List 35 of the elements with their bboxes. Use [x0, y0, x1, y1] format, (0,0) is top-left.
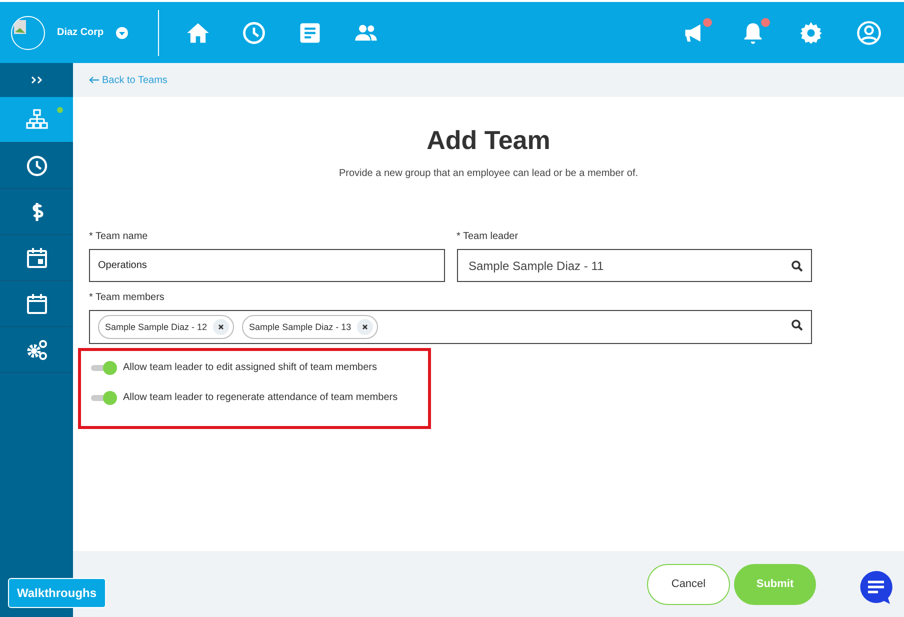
member-chip[interactable]: Sample Sample Diaz - 12 [98, 315, 234, 339]
field-label: * Team name [89, 231, 149, 242]
notification-dot [703, 18, 712, 26]
field-label: * Team leader [456, 231, 520, 242]
remove-button[interactable] [357, 319, 374, 335]
toggle-label: Allow team leader to edit assigned shift of team members [123, 362, 378, 373]
cancel-button[interactable]: Cancel [647, 564, 730, 604]
arrow-left-icon[interactable] [89, 76, 99, 84]
page-title: Add Team [426, 125, 552, 156]
user-icon[interactable] [856, 20, 882, 46]
calendar-icon[interactable] [24, 246, 48, 270]
close-icon [218, 324, 224, 330]
dropdown-icon[interactable] [116, 26, 128, 38]
calendar-icon[interactable] [24, 292, 48, 316]
field-label: * Team members [89, 292, 166, 303]
team-name-field[interactable]: Operations [89, 249, 444, 282]
status-dot [57, 107, 63, 113]
search-icon[interactable] [791, 319, 803, 331]
member-chip[interactable]: Sample Sample Diaz - 13 [242, 315, 378, 339]
remove-button[interactable] [213, 319, 230, 335]
chevrons-right-icon [30, 75, 44, 85]
sidebar-item[interactable] [0, 97, 73, 143]
close-icon [362, 324, 368, 330]
chat-icon[interactable] [858, 569, 894, 605]
clock-icon[interactable] [240, 20, 267, 46]
team-members-field[interactable]: Sample Sample Diaz - 12 Sample Sample Diaz - 13 [89, 310, 812, 344]
notification-dot [761, 18, 770, 26]
logo-icon [11, 16, 45, 50]
search-icon[interactable] [791, 260, 803, 272]
settings-icon[interactable] [798, 20, 824, 46]
clock-icon[interactable] [24, 154, 48, 178]
toggle-label: Allow team leader to regenerate attendance of team members [123, 392, 398, 403]
page-subtitle: Provide a new group that an employee can lead or be a member of. [338, 168, 640, 179]
team-leader-field[interactable]: Sample Sample Diaz - 11 [456, 249, 812, 282]
gears-icon[interactable] [24, 338, 48, 362]
